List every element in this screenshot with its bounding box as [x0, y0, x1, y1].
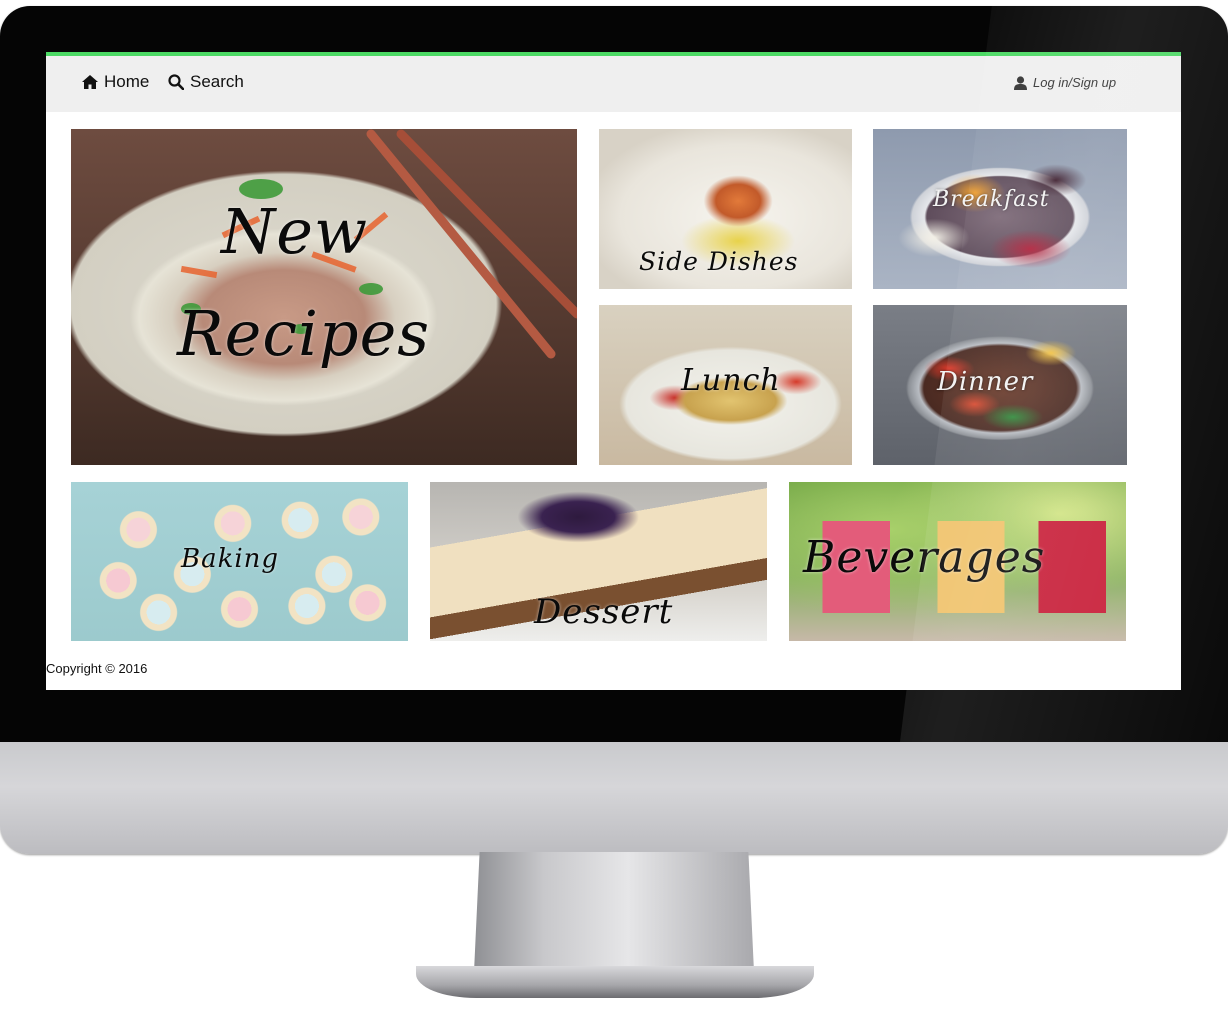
- nav-login-label: Log in/Sign up: [1033, 75, 1117, 90]
- tile-label-new-recipes-line2: Recipes: [177, 297, 431, 370]
- nav-home-label: Home: [104, 72, 150, 91]
- tile-beverages[interactable]: Beverages: [789, 482, 1126, 641]
- nav-search-link[interactable]: Search: [168, 72, 244, 92]
- nav-search-label: Search: [190, 72, 244, 91]
- home-icon: [82, 75, 98, 89]
- search-icon: [168, 74, 184, 90]
- footer-copyright: Copyright © 2016: [46, 661, 148, 676]
- tile-label-beverages: Beverages: [803, 532, 1046, 583]
- tile-baking[interactable]: Baking: [71, 482, 408, 641]
- monitor-stand-neck: [474, 852, 754, 972]
- tile-new-recipes[interactable]: New Recipes: [71, 129, 577, 465]
- tile-label-breakfast: Breakfast: [933, 187, 1050, 212]
- tile-lunch[interactable]: Lunch: [599, 305, 852, 465]
- tile-label-dessert: Dessert: [534, 592, 674, 632]
- tile-side-dishes[interactable]: Side Dishes: [599, 129, 852, 289]
- tile-label-lunch: Lunch: [681, 363, 781, 398]
- screen: Home Search Log in/Sign up New Recipes S…: [46, 52, 1181, 690]
- tile-dinner[interactable]: Dinner: [873, 305, 1127, 465]
- monitor-chin: [0, 742, 1228, 854]
- user-icon: [1014, 75, 1027, 90]
- tile-label-new-recipes-line1: New: [221, 195, 369, 268]
- nav-login-link[interactable]: Log in/Sign up: [1014, 75, 1116, 90]
- navbar: Home Search Log in/Sign up: [46, 56, 1181, 112]
- monitor-stand-base: [416, 966, 814, 998]
- tile-label-dinner: Dinner: [937, 367, 1034, 397]
- tile-dessert[interactable]: Dessert: [430, 482, 767, 641]
- nav-home-link[interactable]: Home: [82, 72, 149, 92]
- tile-breakfast[interactable]: Breakfast: [873, 129, 1127, 289]
- tile-label-side-dishes: Side Dishes: [639, 247, 799, 276]
- tile-label-baking: Baking: [181, 544, 280, 574]
